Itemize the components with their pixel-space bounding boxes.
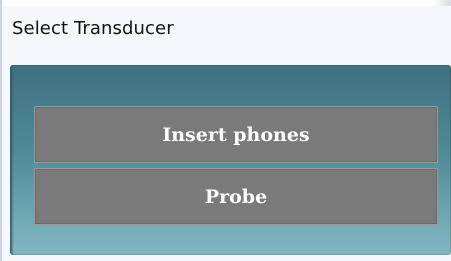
insert-phones-label: Insert phones	[162, 123, 310, 146]
panel-left-edge	[10, 65, 14, 255]
select-transducer-dialog: Select Transducer Insert phones Probe	[0, 0, 451, 261]
title-bar-highlight	[2, 0, 451, 6]
insert-phones-button[interactable]: Insert phones	[34, 106, 438, 163]
probe-button[interactable]: Probe	[34, 168, 438, 225]
probe-label: Probe	[204, 185, 268, 208]
dialog-title: Select Transducer	[12, 18, 174, 39]
